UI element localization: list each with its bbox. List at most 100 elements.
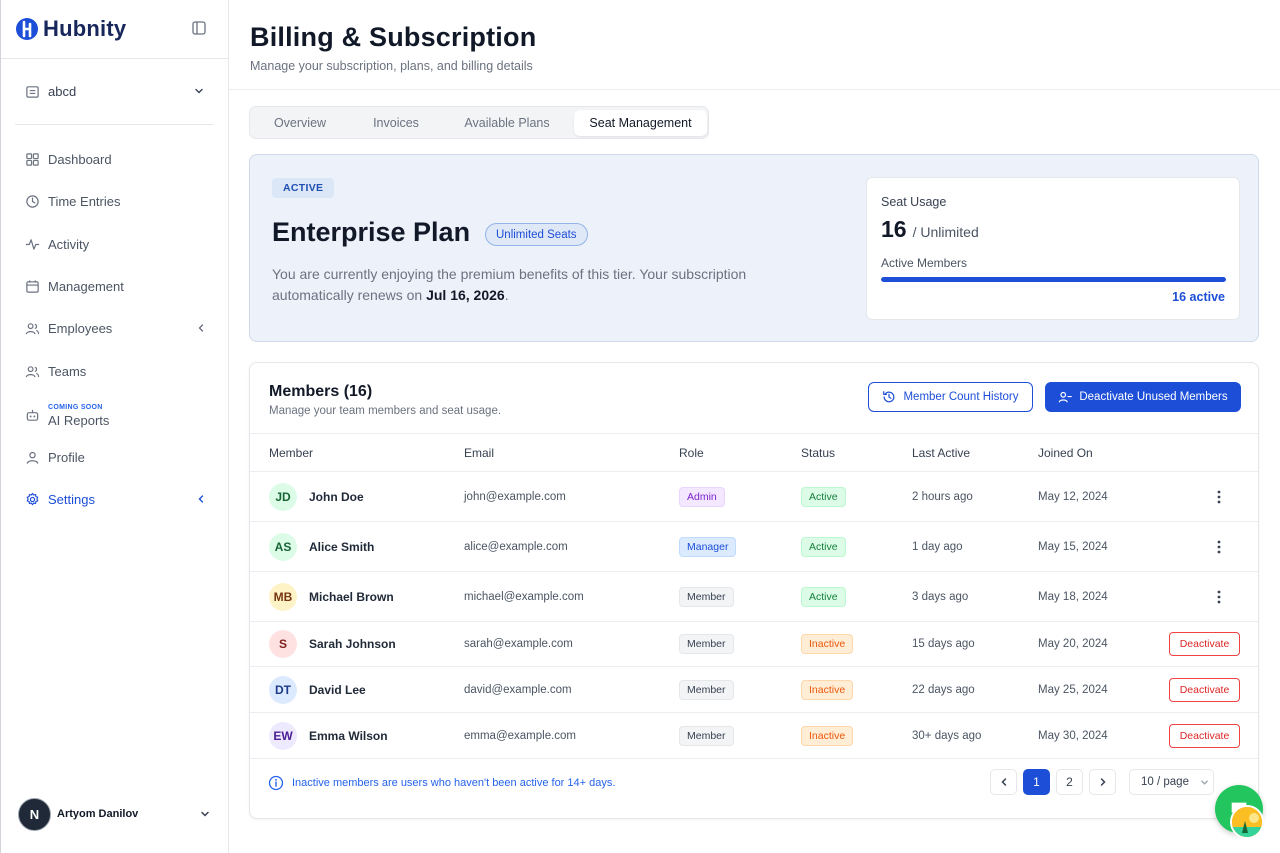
user-name: Artyom Danilov	[57, 808, 139, 820]
tab-overview[interactable]: Overview	[250, 107, 350, 138]
sidebar-item-ai-reports[interactable]: COMING SOON AI Reports	[25, 401, 207, 429]
sidebar-item-label: Activity	[48, 236, 90, 252]
workspace-name: abcd	[48, 83, 77, 99]
more-options-icon[interactable]	[1211, 539, 1227, 555]
member-name: John Doe	[309, 489, 364, 504]
status-badge: ACTIVE	[272, 178, 335, 198]
role-cell: Member	[679, 572, 734, 621]
calendar-icon	[25, 279, 40, 294]
member-name: Alice Smith	[309, 539, 375, 554]
sidebar-item-employees[interactable]: Employees	[25, 318, 207, 338]
plan-description: You are currently enjoying the premium b…	[272, 264, 792, 306]
more-options-icon[interactable]	[1211, 489, 1227, 505]
table-row: S Sarah Johnson sarah@example.com Member…	[250, 622, 1258, 667]
chat-avatar-icon[interactable]	[1230, 805, 1264, 839]
joined-on: May 18, 2024	[1038, 590, 1108, 603]
sidebar-item-activity[interactable]: Activity	[25, 234, 207, 254]
row-action	[1211, 522, 1227, 571]
page-subtitle: Manage your subscription, plans, and bil…	[250, 59, 533, 73]
plan-name: Enterprise Plan	[272, 217, 471, 247]
more-options-icon[interactable]	[1211, 589, 1227, 605]
role-badge: Member	[679, 679, 734, 700]
column-header-joined-on[interactable]: Joined On	[1038, 446, 1093, 460]
column-header-status[interactable]: Status	[801, 446, 835, 460]
sidebar-item-management[interactable]: Management	[25, 276, 207, 296]
status-cell: Inactive	[801, 622, 854, 666]
pagination-next-button[interactable]	[1089, 769, 1116, 795]
chevron-down-icon	[193, 85, 205, 97]
inactive-info-text: Inactive members are users who haven't b…	[292, 777, 616, 789]
seat-usage-progress-fill	[881, 277, 1226, 282]
sidebar-item-label: Management	[48, 278, 124, 294]
inactive-info-note: Inactive members are users who haven't b…	[268, 775, 615, 791]
last-active: 15 days ago	[912, 638, 975, 650]
users-icon	[25, 364, 40, 379]
sidebar-item-profile[interactable]: Profile	[25, 447, 207, 467]
chevron-down-icon	[199, 808, 211, 820]
user-menu[interactable]: N Artyom Danilov	[18, 797, 211, 831]
sidebar-collapse-icon[interactable]	[192, 21, 208, 37]
row-action: Deactivate	[1169, 667, 1240, 712]
members-subtitle: Manage your team members and seat usage.	[269, 405, 502, 417]
renewal-date: Jul 16, 2026	[426, 287, 505, 303]
column-header-last-active[interactable]: Last Active	[912, 446, 970, 460]
deactivate-button[interactable]: Deactivate	[1169, 632, 1240, 656]
chevron-left-icon	[195, 322, 207, 334]
status-cell: Active	[801, 472, 846, 521]
info-icon	[268, 775, 284, 791]
row-action: Deactivate	[1169, 713, 1240, 758]
workspace-selector[interactable]: abcd	[25, 80, 205, 102]
table-row: JD John Doe john@example.com Admin Activ…	[250, 472, 1258, 522]
row-action	[1211, 472, 1227, 521]
member-cell: JD John Doe	[269, 472, 364, 521]
status-badge: Active	[801, 486, 846, 507]
member-email: david@example.com	[464, 683, 572, 696]
role-cell: Member	[679, 667, 734, 712]
column-header-member[interactable]: Member	[269, 446, 313, 460]
seat-usage-title: Seat Usage	[881, 195, 947, 209]
deactivate-unused-members-button[interactable]: Deactivate Unused Members	[1045, 382, 1241, 412]
sidebar-item-settings[interactable]: Settings	[25, 489, 207, 509]
member-count-history-button[interactable]: Member Count History	[868, 382, 1033, 412]
pagination-page-1[interactable]: 1	[1023, 769, 1050, 795]
status-badge: Inactive	[801, 634, 854, 654]
avatar: DT	[269, 675, 297, 704]
status-badge: Inactive	[801, 725, 854, 746]
deactivate-unused-members-label: Deactivate Unused Members	[1079, 391, 1228, 403]
role-badge: Member	[679, 634, 734, 654]
member-cell: MB Michael Brown	[269, 572, 394, 621]
joined-on: May 25, 2024	[1038, 683, 1108, 696]
column-header-email[interactable]: Email	[464, 446, 494, 460]
deactivate-button[interactable]: Deactivate	[1169, 723, 1240, 748]
table-row: EW Emma Wilson emma@example.com Member I…	[250, 713, 1258, 759]
chevron-right-icon	[1097, 776, 1109, 788]
sidebar-item-teams[interactable]: Teams	[25, 361, 207, 381]
history-icon	[882, 390, 896, 404]
activity-icon	[25, 237, 40, 252]
active-members-label: Active Members	[881, 256, 968, 270]
brand-logo[interactable]: Hubnity	[15, 16, 126, 42]
member-cell: DT David Lee	[269, 667, 366, 712]
pagination-page-2[interactable]: 2	[1056, 769, 1083, 795]
deactivate-button[interactable]: Deactivate	[1169, 677, 1240, 702]
sidebar-item-dashboard[interactable]: Dashboard	[25, 149, 207, 169]
tab-available-plans[interactable]: Available Plans	[442, 107, 572, 138]
tab-seat-management[interactable]: Seat Management	[574, 110, 707, 136]
joined-on: May 15, 2024	[1038, 540, 1108, 553]
gear-icon	[25, 492, 40, 507]
robot-icon	[25, 408, 40, 423]
sidebar-item-time-entries[interactable]: Time Entries	[25, 191, 207, 211]
table-header: Member Email Role Status Last Active Joi…	[250, 433, 1258, 472]
tab-invoices[interactable]: Invoices	[350, 107, 442, 138]
member-cell: AS Alice Smith	[269, 522, 374, 571]
clock-icon	[25, 194, 40, 209]
pagination-prev-button[interactable]	[990, 769, 1017, 795]
last-active: 30+ days ago	[912, 729, 982, 742]
table-row: MB Michael Brown michael@example.com Mem…	[250, 572, 1258, 622]
plan-description-text: You are currently enjoying the premium b…	[272, 266, 747, 303]
column-header-role[interactable]: Role	[679, 446, 704, 460]
page-size-select[interactable]: 10 / page	[1129, 769, 1214, 795]
role-cell: Admin	[679, 472, 725, 521]
sidebar: Hubnity abcd Dashboard Time Entries Acti…	[0, 0, 229, 853]
brand-name: Hubnity	[43, 16, 127, 41]
